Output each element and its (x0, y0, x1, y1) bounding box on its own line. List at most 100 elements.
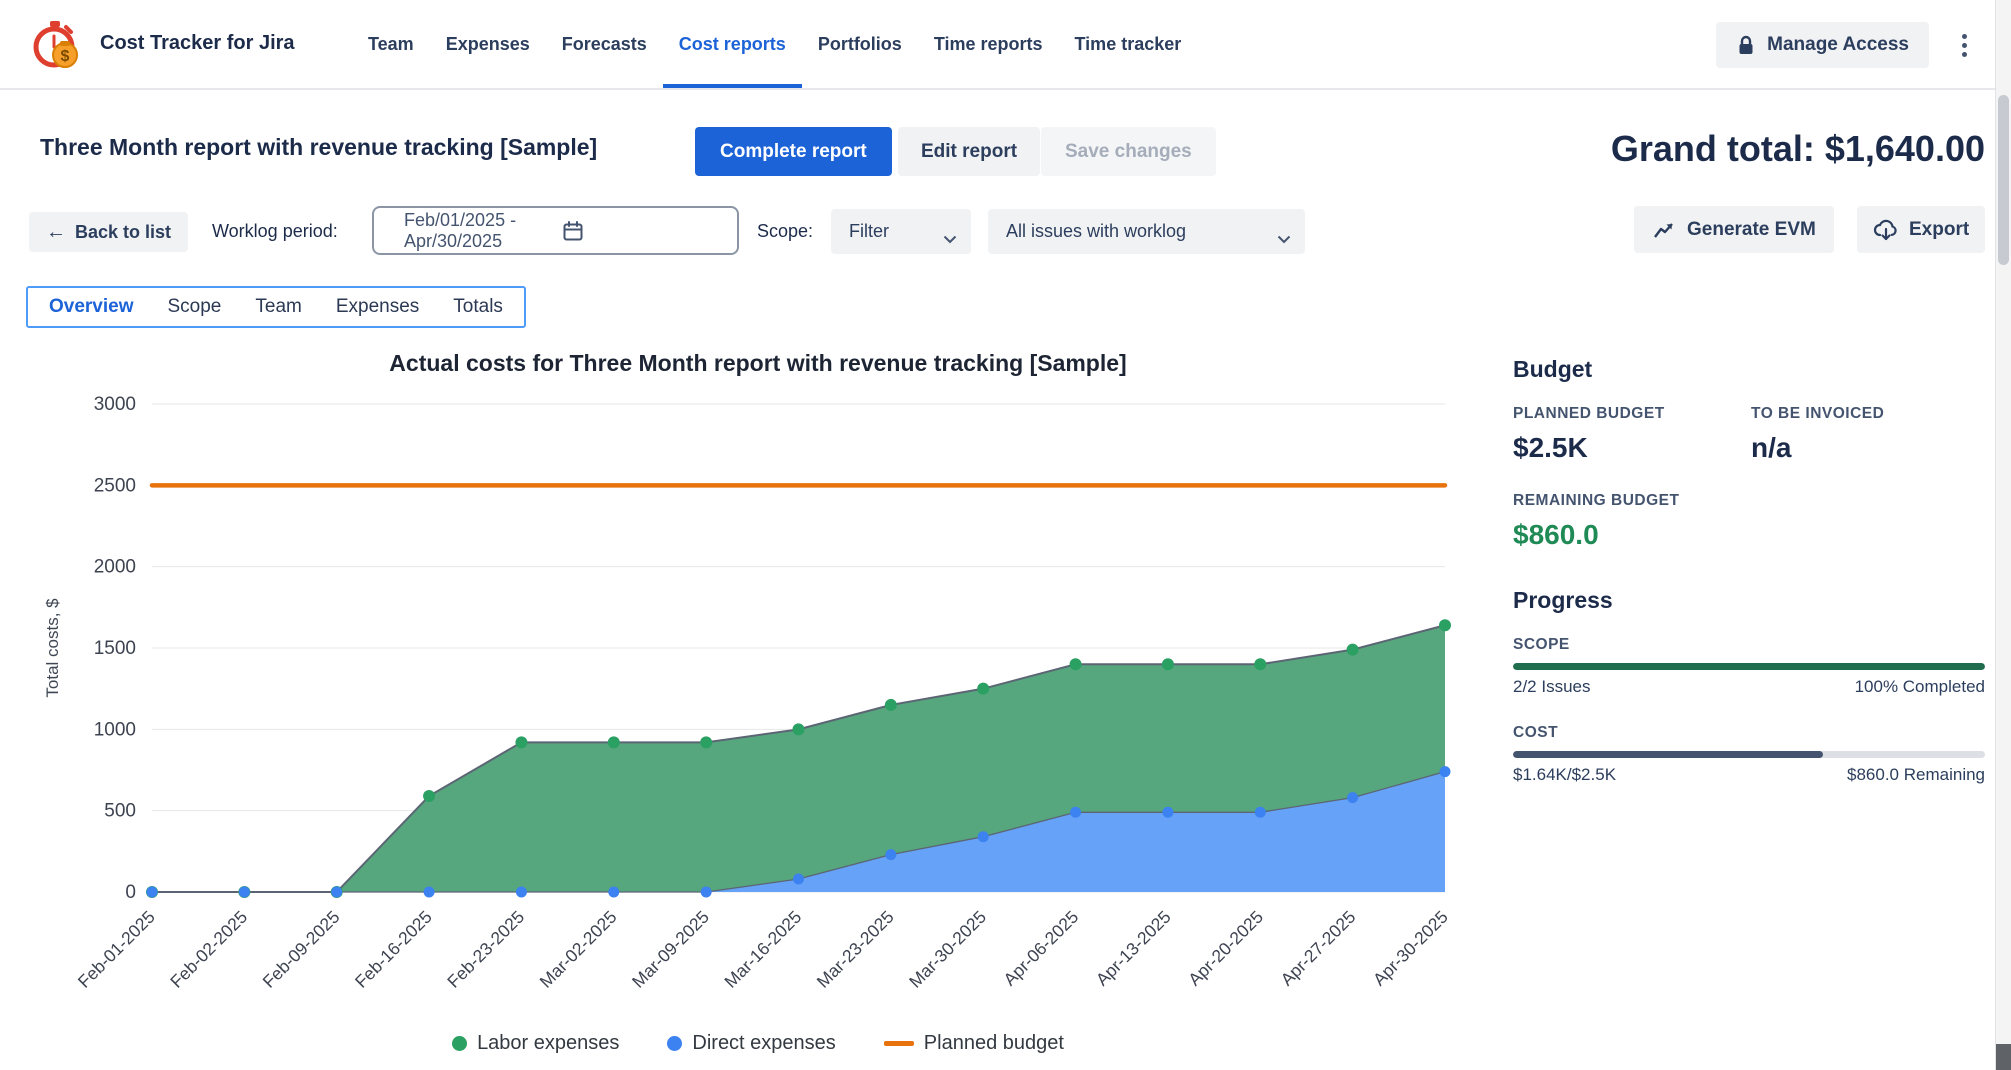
worklog-period-label: Worklog period: (212, 221, 338, 242)
worklog-period-value: Feb/01/2025 - Apr/30/2025 (404, 210, 562, 252)
app-title: Cost Tracker for Jira (100, 32, 295, 55)
svg-text:Apr-06-2025: Apr-06-2025 (999, 907, 1082, 990)
svg-text:500: 500 (104, 801, 136, 822)
legend-label: Planned budget (924, 1032, 1064, 1055)
budget-heading: Budget (1513, 356, 1985, 383)
lock-icon (1736, 34, 1756, 56)
nav-item-expenses[interactable]: Expenses (430, 0, 546, 88)
worklog-period-input[interactable]: Feb/01/2025 - Apr/30/2025 (372, 206, 739, 255)
chart-title: Actual costs for Three Month report with… (28, 350, 1488, 377)
planned-budget-value: $2.5K (1513, 432, 1751, 464)
evm-chart-icon (1652, 218, 1676, 242)
svg-text:$: $ (61, 48, 70, 65)
nav-item-forecasts[interactable]: Forecasts (546, 0, 663, 88)
edit-report-button[interactable]: Edit report (898, 127, 1040, 176)
legend-swatch-circle (667, 1036, 682, 1051)
legend-item-direct-expenses[interactable]: Direct expenses (667, 1032, 835, 1055)
tab-scope[interactable]: Scope (151, 288, 239, 326)
scrollbar-thumb[interactable] (1998, 95, 2009, 265)
more-options-button[interactable] (1955, 30, 1973, 60)
calendar-icon[interactable] (562, 220, 720, 242)
svg-text:3000: 3000 (94, 394, 136, 415)
tab-totals[interactable]: Totals (436, 288, 520, 326)
svg-text:Feb-23-2025: Feb-23-2025 (443, 907, 528, 992)
svg-text:Feb-16-2025: Feb-16-2025 (351, 907, 436, 992)
chevron-down-icon (943, 228, 957, 249)
cost-progress-left: $1.64K/$2.5K (1513, 765, 1616, 785)
svg-text:2000: 2000 (94, 557, 136, 578)
svg-text:Mar-09-2025: Mar-09-2025 (628, 907, 713, 992)
issues-scope-select[interactable]: All issues with worklog (988, 209, 1305, 254)
cost-chart: 050010001500200025003000Feb-01-2025Feb-0… (28, 384, 1488, 1029)
to-be-invoiced-label: TO BE INVOICED (1751, 405, 1884, 423)
tab-overview[interactable]: Overview (32, 288, 151, 326)
svg-text:Feb-09-2025: Feb-09-2025 (259, 907, 344, 992)
svg-text:Mar-02-2025: Mar-02-2025 (536, 907, 621, 992)
manage-access-button[interactable]: Manage Access (1716, 22, 1929, 68)
chevron-down-icon (1277, 228, 1291, 249)
export-label: Export (1909, 219, 1969, 241)
vertical-scrollbar[interactable] (1995, 0, 2011, 1070)
scope-label: Scope: (757, 221, 813, 242)
cost-progress-label: COST (1513, 724, 1985, 742)
remaining-budget-label: REMAINING BUDGET (1513, 492, 1985, 510)
legend-item-planned-budget[interactable]: Planned budget (884, 1032, 1064, 1055)
chart-legend: Labor expenses Direct expenses Planned bud… (28, 1032, 1488, 1055)
svg-text:Feb-01-2025: Feb-01-2025 (74, 907, 159, 992)
svg-text:0: 0 (125, 882, 136, 903)
cost-progress-bar (1513, 751, 1985, 758)
scope-filter-select[interactable]: Filter (831, 209, 971, 254)
legend-swatch-circle (452, 1036, 467, 1051)
svg-text:Mar-30-2025: Mar-30-2025 (905, 907, 990, 992)
svg-text:Apr-20-2025: Apr-20-2025 (1184, 907, 1267, 990)
tab-expenses[interactable]: Expenses (319, 288, 436, 326)
back-arrow-icon: ← (46, 222, 66, 242)
app-logo-icon[interactable]: $ (28, 18, 82, 72)
nav-item-cost-reports[interactable]: Cost reports (663, 0, 802, 88)
complete-report-button[interactable]: Complete report (695, 127, 892, 176)
nav-item-team[interactable]: Team (352, 0, 430, 88)
svg-text:1500: 1500 (94, 638, 136, 659)
save-changes-button[interactable]: Save changes (1041, 127, 1216, 176)
top-navigation-bar: $ Cost Tracker for Jira TeamExpensesFore… (0, 0, 2011, 90)
legend-item-labor-expenses[interactable]: Labor expenses (452, 1032, 619, 1055)
svg-text:Mar-23-2025: Mar-23-2025 (813, 907, 898, 992)
issues-scope-value: All issues with worklog (1006, 221, 1186, 242)
nav-item-portfolios[interactable]: Portfolios (802, 0, 918, 88)
back-to-list-label: Back to list (75, 222, 171, 243)
to-be-invoiced-value: n/a (1751, 432, 1884, 464)
back-to-list-button[interactable]: ← Back to list (29, 212, 188, 252)
grand-total: Grand total: $1,640.00 (1611, 128, 1985, 170)
cost-progress-right: $860.0 Remaining (1847, 765, 1985, 785)
svg-text:2500: 2500 (94, 475, 136, 496)
scrollbar-corner (1996, 1044, 2011, 1070)
svg-text:Mar-16-2025: Mar-16-2025 (720, 907, 805, 992)
nav-item-time-tracker[interactable]: Time tracker (1059, 0, 1198, 88)
scope-filter-value: Filter (849, 221, 889, 242)
svg-text:1000: 1000 (94, 719, 136, 740)
report-title: Three Month report with revenue tracking… (40, 134, 597, 161)
planned-budget-label: PLANNED BUDGET (1513, 405, 1751, 423)
generate-evm-label: Generate EVM (1687, 219, 1816, 241)
progress-heading: Progress (1513, 587, 1985, 614)
scope-progress-left: 2/2 Issues (1513, 677, 1591, 697)
remaining-budget-value: $860.0 (1513, 519, 1985, 551)
scope-progress-right: 100% Completed (1855, 677, 1985, 697)
export-button[interactable]: Export (1857, 206, 1985, 253)
svg-text:Apr-30-2025: Apr-30-2025 (1369, 907, 1452, 990)
svg-text:Feb-02-2025: Feb-02-2025 (166, 907, 251, 992)
svg-text:Apr-13-2025: Apr-13-2025 (1092, 907, 1175, 990)
generate-evm-button[interactable]: Generate EVM (1634, 206, 1834, 253)
nav-item-time-reports[interactable]: Time reports (918, 0, 1059, 88)
primary-nav: TeamExpensesForecastsCost reportsPortfol… (352, 0, 1197, 88)
svg-text:Apr-27-2025: Apr-27-2025 (1277, 907, 1360, 990)
svg-text:Total costs, $: Total costs, $ (43, 598, 62, 698)
report-tabs: OverviewScopeTeamExpensesTotals (26, 286, 526, 328)
tab-team[interactable]: Team (238, 288, 318, 326)
budget-sidebar: Budget PLANNED BUDGET $2.5K TO BE INVOIC… (1513, 356, 1985, 812)
export-cloud-icon (1873, 218, 1899, 242)
legend-label: Labor expenses (477, 1032, 619, 1055)
legend-label: Direct expenses (692, 1032, 835, 1055)
scope-progress-label: SCOPE (1513, 636, 1985, 654)
manage-access-label: Manage Access (1767, 34, 1909, 56)
